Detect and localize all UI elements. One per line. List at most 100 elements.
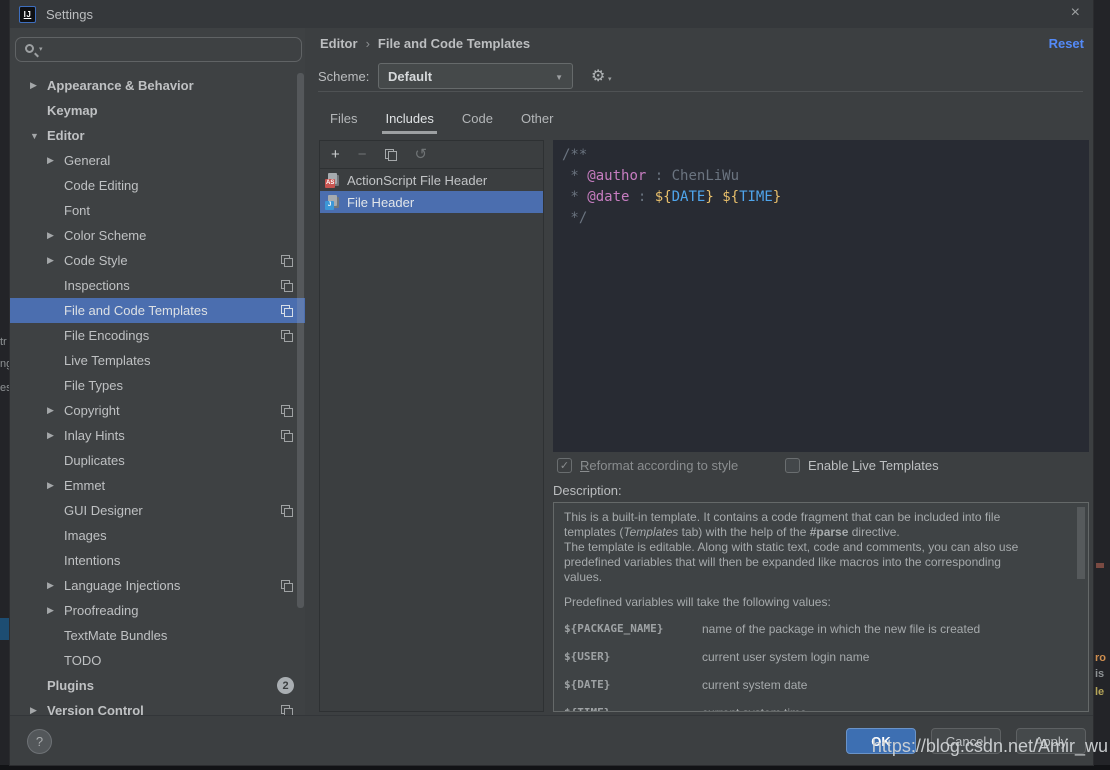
sidebar-item-label: Code Editing	[64, 178, 138, 193]
settings-sidebar: ▾ ▶Appearance & BehaviorKeymap▼Editor▶Ge…	[10, 28, 305, 715]
sidebar-item-intentions[interactable]: Intentions	[10, 548, 305, 573]
code-token: }	[773, 189, 781, 205]
sidebar-item-code-editing[interactable]: Code Editing	[10, 173, 305, 198]
live-templates-checkbox[interactable]	[785, 458, 800, 473]
sidebar-scrollbar[interactable]	[297, 73, 304, 608]
sidebar-item-language-injections[interactable]: ▶Language Injections	[10, 573, 305, 598]
variable-description: current system date	[702, 678, 807, 692]
title-bar[interactable]: IJ Settings ×	[10, 0, 1093, 28]
sidebar-item-images[interactable]: Images	[10, 523, 305, 548]
variable-name: ${PACKAGE_NAME}	[564, 622, 702, 635]
window-title: Settings	[46, 7, 93, 22]
sidebar-item-appearance-behavior[interactable]: ▶Appearance & Behavior	[10, 73, 305, 98]
sidebar-item-label: Version Control	[47, 703, 144, 715]
tab-includes[interactable]: Includes	[385, 105, 433, 131]
template-list-panel: + − ↺ ASActionScript File Header J File He…	[319, 140, 544, 712]
tab-files[interactable]: Files	[330, 105, 357, 131]
description-token: Templates	[623, 525, 678, 539]
sidebar-item-file-and-code-templates[interactable]: File and Code Templates	[10, 298, 305, 323]
gear-icon[interactable]: ⚙	[591, 66, 605, 86]
revert-icon[interactable]: ↺	[415, 147, 428, 162]
description-scrollbar[interactable]	[1077, 507, 1085, 579]
header-divider	[318, 91, 1083, 92]
sidebar-item-label: File Encodings	[64, 328, 149, 343]
remove-icon[interactable]: −	[358, 147, 367, 162]
sidebar-item-copyright[interactable]: ▶Copyright	[10, 398, 305, 423]
sidebar-item-gui-designer[interactable]: GUI Designer	[10, 498, 305, 523]
sidebar-item-proofreading[interactable]: ▶Proofreading	[10, 598, 305, 623]
sidebar-item-label: Live Templates	[64, 353, 150, 368]
code-token: TIME	[739, 189, 773, 205]
background-text-fragment: tr	[0, 336, 10, 348]
copy-icon[interactable]	[385, 149, 397, 161]
plugins-count-badge: 2	[277, 677, 294, 694]
sidebar-item-font[interactable]: Font	[10, 198, 305, 223]
tab-label: Includes	[385, 111, 433, 126]
code-line: */	[562, 208, 1089, 229]
close-icon[interactable]: ×	[1071, 4, 1080, 22]
settings-content: Editor›File and Code Templates Reset Sch…	[305, 28, 1093, 715]
list-item-label: File Header	[347, 195, 414, 210]
variable-row: ${TIME}current system time	[564, 706, 1074, 712]
code-line: * @date : ${DATE} ${TIME}	[562, 187, 1089, 208]
code-token: /**	[562, 147, 587, 163]
description-token: Predefined variables will take the follo…	[564, 595, 831, 609]
list-item-file-header[interactable]: J File Header	[320, 191, 543, 213]
tab-label: Other	[521, 111, 554, 126]
sidebar-item-plugins[interactable]: Plugins2	[10, 673, 305, 698]
add-icon[interactable]: +	[331, 147, 340, 162]
background-text-fragment: is	[1095, 668, 1104, 680]
scheme-dropdown[interactable]: Default ▼	[378, 63, 573, 89]
sidebar-item-textmate-bundles[interactable]: TextMate Bundles	[10, 623, 305, 648]
sidebar-item-emmet[interactable]: ▶Emmet	[10, 473, 305, 498]
sidebar-item-editor[interactable]: ▼Editor	[10, 123, 305, 148]
template-tabs: Files Includes Code Other	[330, 105, 553, 131]
code-token: @author	[587, 168, 646, 184]
search-input[interactable]: ▾	[15, 37, 302, 62]
shared-settings-icon	[281, 280, 293, 292]
sidebar-item-inlay-hints[interactable]: ▶Inlay Hints	[10, 423, 305, 448]
reformat-checkbox[interactable]: ✓	[557, 458, 572, 473]
sidebar-item-color-scheme[interactable]: ▶Color Scheme	[10, 223, 305, 248]
dropdown-arrow-icon: ▼	[555, 73, 563, 82]
sidebar-item-file-types[interactable]: File Types	[10, 373, 305, 398]
reset-link[interactable]: Reset	[1049, 36, 1084, 51]
tab-code[interactable]: Code	[462, 105, 493, 131]
description-token: #parse	[810, 525, 849, 539]
tree-right-arrow-icon: ▶	[30, 705, 47, 715]
list-toolbar: + − ↺	[320, 141, 543, 169]
background-bottom-strip	[0, 765, 1110, 770]
sidebar-item-todo[interactable]: TODO	[10, 648, 305, 673]
code-token: ${	[655, 189, 672, 205]
tab-other[interactable]: Other	[521, 105, 554, 131]
description-paragraph: Predefined variables will take the follo…	[564, 595, 1074, 610]
file-type-badge: J	[325, 201, 334, 210]
variable-name: ${DATE}	[564, 678, 702, 691]
sidebar-item-inspections[interactable]: Inspections	[10, 273, 305, 298]
sidebar-item-version-control[interactable]: ▶Version Control	[10, 698, 305, 715]
sidebar-item-live-templates[interactable]: Live Templates	[10, 348, 305, 373]
code-token: ${	[722, 189, 739, 205]
template-code-editor[interactable]: /** * @author : ChenLiWu * @date : ${DAT…	[553, 140, 1089, 452]
gear-caret-icon: ▾	[608, 75, 612, 83]
sidebar-item-code-style[interactable]: ▶Code Style	[10, 248, 305, 273]
sidebar-item-general[interactable]: ▶General	[10, 148, 305, 173]
sidebar-item-label: Duplicates	[64, 453, 125, 468]
breadcrumb-editor[interactable]: Editor	[320, 36, 358, 51]
sidebar-item-label: Inspections	[64, 278, 130, 293]
reformat-label: Reformat according to style	[580, 458, 738, 473]
sidebar-item-label: TextMate Bundles	[64, 628, 167, 643]
sidebar-item-label: Appearance & Behavior	[47, 78, 194, 93]
sidebar-item-keymap[interactable]: Keymap	[10, 98, 305, 123]
help-button[interactable]: ?	[27, 729, 52, 754]
list-item-actionscript-file-header[interactable]: ASActionScript File Header	[320, 169, 543, 191]
sidebar-item-label: Editor	[47, 128, 85, 143]
background-text-fragment: ng	[0, 358, 10, 370]
sidebar-item-file-encodings[interactable]: File Encodings	[10, 323, 305, 348]
description-token: tab) with the help of the	[678, 525, 809, 539]
code-token: */	[562, 210, 587, 226]
background-text-fragment: le	[1095, 686, 1104, 698]
sidebar-item-duplicates[interactable]: Duplicates	[10, 448, 305, 473]
file-template-icon: AS	[325, 172, 341, 188]
variables-table: ${PACKAGE_NAME}name of the package in wh…	[564, 622, 1074, 712]
